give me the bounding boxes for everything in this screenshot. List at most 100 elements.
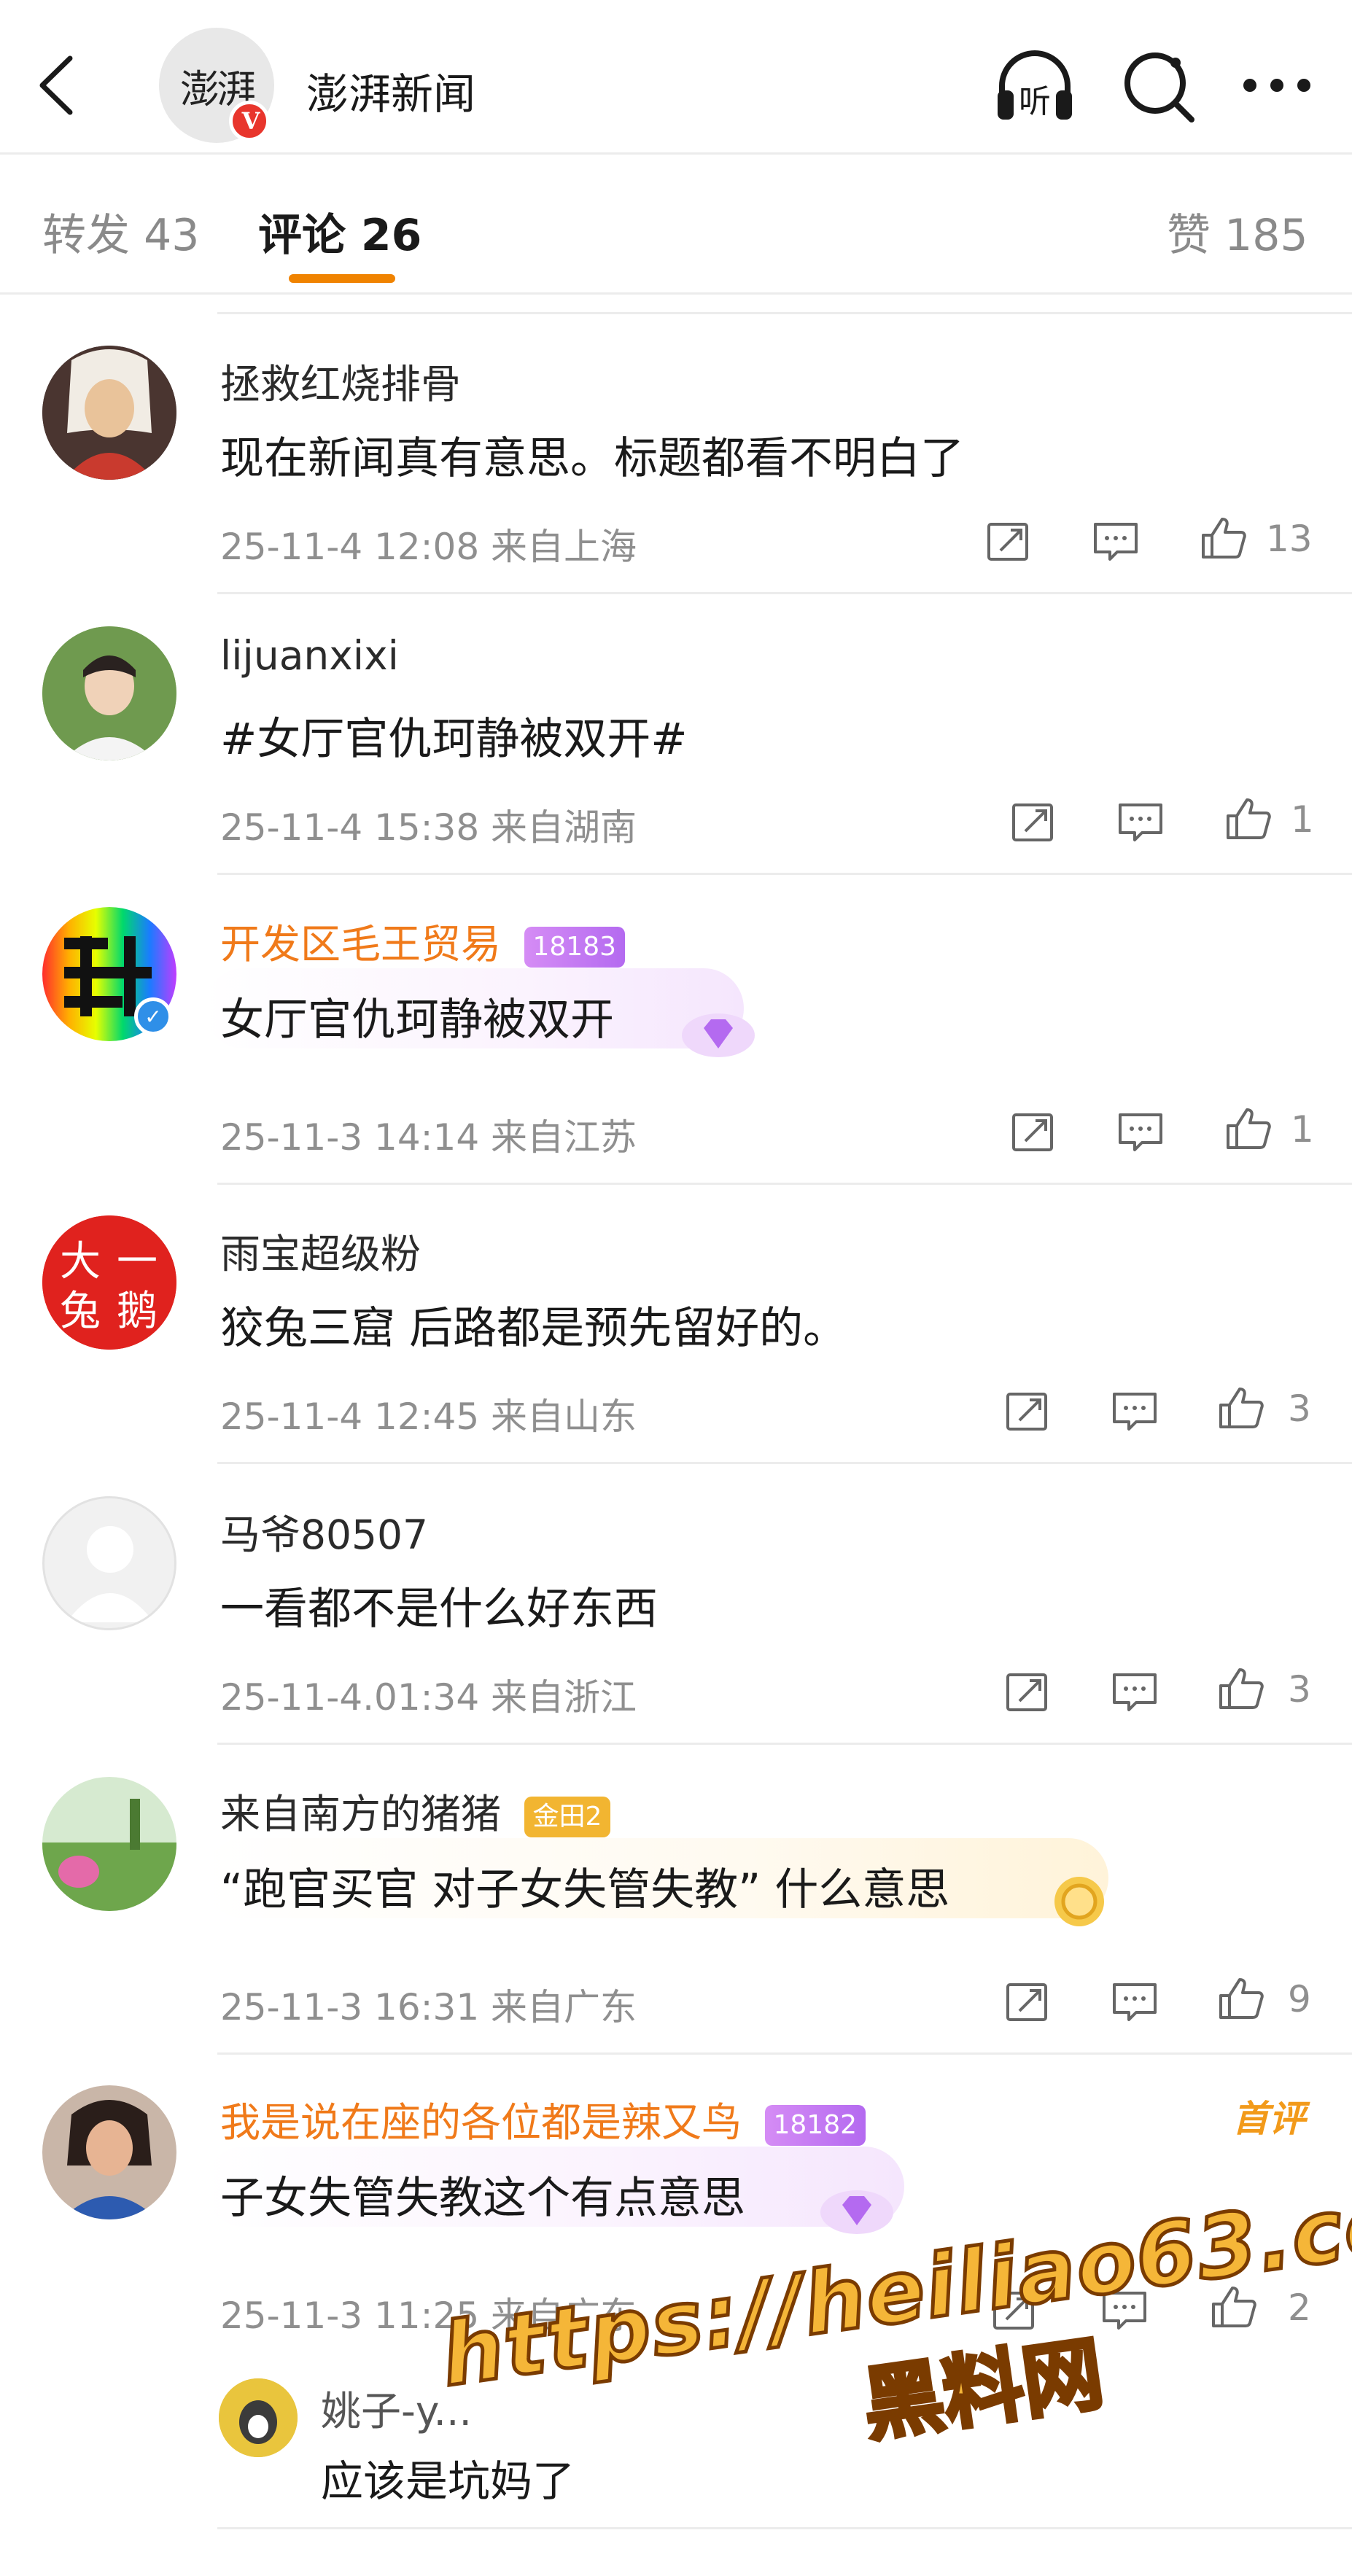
comment-username[interactable]: 拯救红烧排骨 (220, 351, 461, 410)
user-level-badge: 18182 (764, 2104, 866, 2146)
comment-meta: 25-11-4.01:34 来自浙江 (220, 1668, 637, 1721)
share-icon[interactable] (1011, 1110, 1057, 1154)
comment-icon[interactable] (1092, 520, 1139, 564)
comment-username[interactable]: 雨宝超级粉 (220, 1221, 421, 1280)
listen-icon[interactable]: 听 (992, 45, 1078, 125)
comment-meta: 25-11-4 15:38 来自湖南 (220, 798, 637, 851)
comment-username[interactable]: 马爷80507 (220, 1502, 428, 1560)
like-icon[interactable] (1225, 1107, 1272, 1151)
comment-location: 来自山东 (491, 1396, 637, 1438)
avatar-char: 大 (60, 1238, 101, 1285)
avatar[interactable] (42, 2085, 176, 2219)
user-level-badge: 18183 (524, 926, 626, 968)
active-tab-indicator (289, 274, 395, 283)
top-bar: 澎湃 V 澎湃新闻 听 (0, 0, 1352, 155)
like-icon[interactable] (1218, 1977, 1264, 2020)
tab-repost[interactable]: 转发 43 (42, 200, 199, 263)
tab-likes-label: 赞 (1167, 210, 1211, 261)
comment-meta: 25-11-3 16:31 来自广东 (220, 1978, 637, 2031)
comment-location: 来自湖南 (491, 806, 637, 849)
comment-time: 25-11-4.01:34 (220, 1676, 480, 1719)
tab-repost-count: 43 (144, 210, 200, 261)
avatar[interactable] (42, 626, 176, 760)
comment-icon[interactable] (1111, 1390, 1158, 1433)
like-count: 3 (1288, 1388, 1311, 1430)
comment-location: 来自浙江 (491, 1676, 637, 1719)
divider (217, 2527, 1352, 2529)
comment-text: 女厅官仇珂静被双开 (220, 995, 614, 1046)
user-level-badge: 金田2 (524, 1796, 611, 1837)
share-icon[interactable] (1005, 1390, 1052, 1433)
divider (217, 592, 1352, 594)
like-count: 9 (1288, 1978, 1311, 2020)
like-icon[interactable] (1200, 516, 1247, 560)
divider (217, 2052, 1352, 2055)
comment-meta: 25-11-3 14:14 来自江苏 (220, 1108, 637, 1161)
comment-time: 25-11-4 12:08 (220, 526, 480, 568)
like-count: 13 (1266, 518, 1313, 560)
search-icon[interactable] (1116, 45, 1202, 125)
account-name[interactable]: 澎湃新闻 (306, 60, 475, 121)
coin-icon (1054, 1877, 1104, 1926)
like-icon[interactable] (1218, 1667, 1264, 1711)
like-icon[interactable] (1225, 797, 1272, 841)
comment-text: 现在新闻真有意思。标题都看不明白了 (220, 433, 964, 484)
avatar-char: 兔 (60, 1288, 101, 1335)
comment-time: 25-11-4 15:38 (220, 806, 480, 849)
reply-avatar[interactable] (219, 2378, 298, 2457)
more-icon[interactable] (1234, 45, 1320, 125)
back-arrow-icon[interactable] (32, 52, 83, 118)
comment-meta: 25-11-4 12:08 来自上海 (220, 518, 637, 570)
avatar-char: 一 (117, 1238, 158, 1285)
avatar[interactable] (42, 1496, 176, 1630)
comment-icon[interactable] (1111, 1980, 1158, 2024)
first-comment-tag: 首评 (1232, 2098, 1305, 2140)
share-icon[interactable] (992, 2289, 1038, 2332)
comment-icon[interactable] (1117, 1110, 1164, 1154)
avatar-char: 鹅 (117, 1288, 158, 1335)
default-avatar-icon (66, 1526, 154, 1622)
reply-text: 应该是坑妈了 (321, 2456, 575, 2506)
comment-username-text: 来自南方的猪猪 (220, 1791, 502, 1837)
comment-username[interactable]: 来自南方的猪猪 金田2 (220, 1781, 611, 1840)
comment-username[interactable]: 我是说在座的各位都是辣又鸟 18182 (220, 2090, 866, 2148)
comment-meta: 25-11-4 12:45 来自山东 (220, 1388, 637, 1440)
comment-icon[interactable] (1111, 1670, 1158, 1714)
share-icon[interactable] (1011, 801, 1057, 844)
share-icon[interactable] (1005, 1670, 1052, 1714)
like-count: 3 (1288, 1668, 1311, 1711)
like-icon[interactable] (1218, 1386, 1264, 1430)
avatar[interactable] (42, 1777, 176, 1911)
account-avatar[interactable]: 澎湃 V (159, 28, 274, 143)
comment-username-text: 开发区毛王贸易 (220, 921, 502, 968)
comment-text: #女厅官仇珂静被双开# (220, 714, 688, 765)
comment-username[interactable]: lijuanxixi (220, 632, 399, 679)
avatar[interactable]: 大 一 兔 鹅 (42, 1215, 176, 1350)
comment-time: 25-11-4 12:45 (220, 1396, 480, 1438)
comment-icon[interactable] (1117, 801, 1164, 844)
tab-likes[interactable]: 赞 185 (1167, 200, 1308, 263)
tab-comments[interactable]: 评论 26 (258, 200, 421, 263)
comment-username-text: 我是说在座的各位都是辣又鸟 (220, 2099, 742, 2146)
comment-text: “跑官买官 对子女失管失教” 什么意思 (220, 1864, 950, 1915)
share-icon[interactable] (986, 520, 1033, 564)
listen-label: 听 (1019, 83, 1051, 120)
comment-username[interactable]: 开发区毛王贸易 18183 (220, 911, 626, 970)
comment-text: 子女失管失教这个有点意思 (220, 2173, 745, 2224)
like-icon[interactable] (1211, 2285, 1257, 2329)
divider (217, 1743, 1352, 1745)
verified-icon: ✓ (134, 997, 172, 1035)
divider (217, 1462, 1352, 1464)
gem-icon (820, 2190, 893, 2234)
like-count: 2 (1288, 2287, 1311, 2329)
reply-username[interactable]: 姚子-y... (321, 2378, 472, 2437)
comment-text: 一看都不是什么好东西 (220, 1584, 658, 1635)
share-icon[interactable] (1005, 1980, 1052, 2024)
comment-location: 来自江苏 (491, 1116, 637, 1159)
comment-location: 来自上海 (491, 526, 637, 568)
comment-icon[interactable] (1101, 2289, 1148, 2332)
comment-time: 25-11-3 14:14 (220, 1116, 480, 1159)
divider (217, 873, 1352, 875)
comment-meta: 25-11-3 11:25 来自广东 (220, 2287, 637, 2339)
avatar[interactable] (42, 346, 176, 480)
